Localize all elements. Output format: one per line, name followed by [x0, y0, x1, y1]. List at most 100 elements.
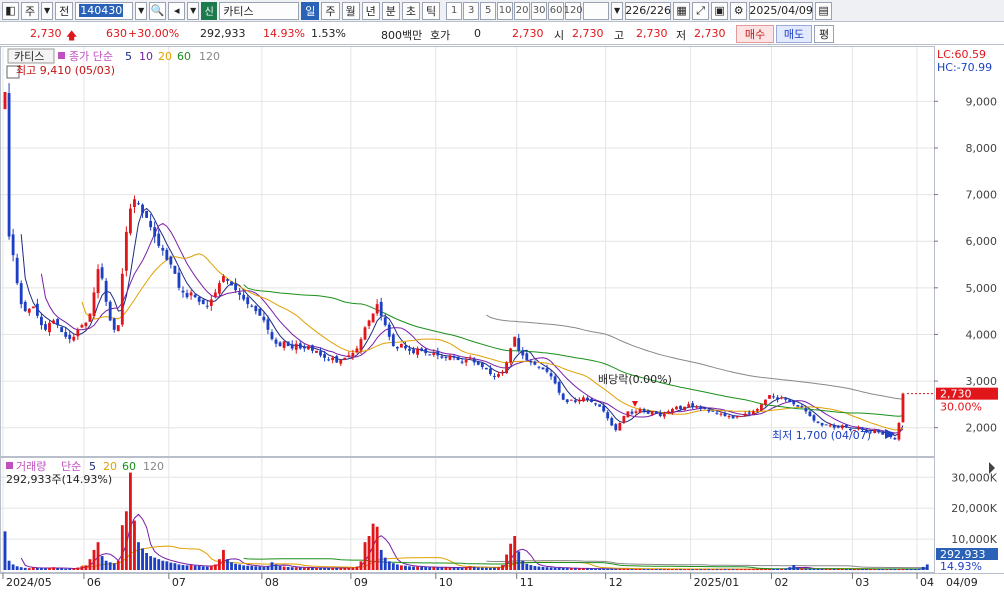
chevron-down-icon[interactable]: ▼ [41, 1, 54, 20]
candle-body [743, 413, 747, 416]
interval-button-0[interactable]: 1 [446, 1, 463, 20]
candle [561, 392, 565, 401]
volume-bar [472, 566, 476, 570]
candle-body [691, 403, 695, 407]
volume-bar [209, 565, 213, 570]
interval-button-2[interactable]: 5 [480, 1, 497, 20]
candle-body [226, 279, 229, 281]
volume-bar [266, 566, 270, 570]
prev-button[interactable]: 전 [55, 1, 74, 20]
candle-body [234, 283, 237, 291]
period-tab-2[interactable]: 월 [341, 1, 360, 20]
price-panel-frame [0, 46, 935, 457]
market-select[interactable]: 주 [21, 1, 40, 20]
period-tab-3[interactable]: 년 [361, 1, 380, 20]
candle [124, 226, 128, 277]
average-button[interactable]: 평 [814, 25, 834, 43]
stock-name-field[interactable]: 카티스 [219, 1, 300, 20]
candle [149, 213, 153, 231]
candle-body [266, 319, 270, 330]
candle [553, 374, 557, 385]
candle-body [719, 413, 723, 415]
current-price-tag-text: 2,730 [940, 388, 972, 401]
candle-body [735, 416, 739, 418]
volume-bar [573, 568, 577, 570]
interval-button-6[interactable]: 60 [548, 1, 565, 20]
interval-button-3[interactable]: 10 [497, 1, 514, 20]
interval-button-7[interactable]: 120 [564, 1, 583, 20]
change-value: 630 [106, 27, 127, 40]
volume-bar [387, 561, 391, 570]
interval-button-4[interactable]: 20 [514, 1, 531, 20]
candle-body [40, 316, 43, 326]
crosshair-icon[interactable]: ⤢ [692, 1, 710, 20]
volume-bar [306, 567, 310, 570]
candle-body [812, 415, 816, 421]
sell-button[interactable]: 매도 [776, 25, 812, 43]
candle [391, 333, 395, 347]
volume-bar [792, 565, 796, 570]
period-tab-5[interactable]: 초 [401, 1, 420, 20]
period-tab-6[interactable]: 틱 [422, 1, 441, 20]
candle-body [169, 256, 173, 265]
buy-button[interactable]: 매수 [736, 25, 774, 43]
max-price-label: 최고 9,410 (05/03) [16, 64, 115, 77]
candle [881, 431, 885, 435]
candle-body [262, 316, 266, 321]
stock-chart[interactable]: 9,000 8,000 7,000 6,000 5,000 4,000 3,000 2,000… [0, 46, 1004, 596]
interval-custom-input[interactable] [583, 1, 610, 20]
candle [533, 360, 537, 366]
volume-bar [699, 569, 703, 571]
chevron-down-icon[interactable]: ▼ [187, 1, 200, 20]
volume-bar [355, 566, 359, 570]
calendar-icon[interactable]: ▤ [815, 1, 833, 20]
layout-icon[interactable]: ◧ [2, 1, 19, 20]
open-label: 시 [554, 29, 565, 42]
period-tab-0[interactable]: 일 [301, 1, 320, 20]
volume-bar [440, 567, 444, 570]
candle-body [145, 210, 149, 218]
candle-body [230, 281, 233, 286]
stock-code-input[interactable]: 140430 [75, 1, 134, 20]
interval-button-1[interactable]: 3 [463, 1, 480, 20]
volume-bar [217, 559, 221, 570]
speaker-icon[interactable]: ◂ [168, 1, 186, 20]
interval-button-5[interactable]: 30 [531, 1, 548, 20]
candle-body [246, 297, 250, 305]
candle-body [610, 418, 614, 426]
candle [327, 356, 331, 362]
candle-body [100, 267, 104, 279]
candle-body [31, 306, 35, 309]
candle-body [731, 416, 735, 419]
period-tab-1[interactable]: 주 [321, 1, 340, 20]
zoom-icon[interactable]: ▦ [673, 1, 691, 20]
ma20-line [81, 253, 904, 431]
search-icon[interactable]: 🔍 [149, 1, 167, 20]
chevron-down-icon[interactable]: ▼ [611, 1, 624, 20]
hc-label: HC:-70.99 [937, 61, 992, 74]
candle [707, 409, 711, 414]
candle-body [444, 356, 448, 358]
quote-bar: 2,730 🡅 630 +30.00% 292,933 14.93% 1.53%… [0, 23, 1004, 45]
candle-body [569, 399, 573, 401]
candle [84, 322, 88, 330]
chevron-down-icon[interactable]: ▼ [135, 1, 148, 20]
date-tick-label: 02 [775, 576, 789, 589]
candle [80, 323, 84, 329]
volume-bar [412, 566, 415, 570]
gear-icon[interactable]: ⚙ [730, 1, 748, 20]
period-tab-4[interactable]: 분 [381, 1, 400, 20]
candle-body [464, 360, 468, 363]
candle-body [347, 355, 351, 357]
stock-code-value: 140430 [79, 4, 124, 17]
volume-bar [525, 563, 529, 570]
volume-bar [812, 568, 816, 570]
save-icon[interactable]: ▣ [711, 1, 729, 20]
candle-body [294, 343, 298, 350]
candle-body [768, 395, 771, 399]
date-field[interactable]: 2025/04/09 [749, 1, 814, 20]
count-field[interactable]: 226/226 [625, 1, 672, 20]
volume-bar [311, 567, 314, 570]
volume-bar [335, 567, 339, 570]
volume-bar [456, 567, 460, 570]
